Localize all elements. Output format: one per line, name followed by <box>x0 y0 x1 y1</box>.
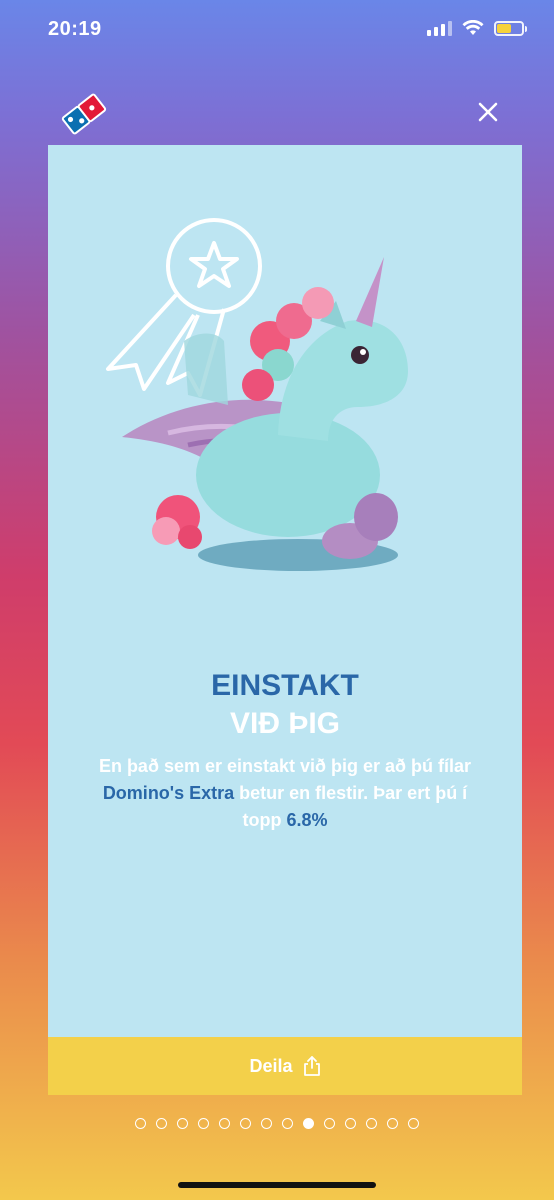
title-line-1: EINSTAKT <box>211 669 359 702</box>
story-title: EINSTAKT VIÐ ÞIG <box>48 667 522 743</box>
unicorn-plush-illustration <box>106 218 408 571</box>
page-dot[interactable] <box>135 1118 146 1129</box>
battery-level <box>497 23 511 33</box>
status-bar: 20:19 <box>0 0 554 64</box>
page-dot[interactable] <box>198 1118 209 1129</box>
share-button[interactable]: Deila <box>48 1037 522 1095</box>
status-time: 20:19 <box>48 18 102 40</box>
home-indicator[interactable] <box>178 1182 376 1188</box>
page-dot[interactable] <box>366 1118 377 1129</box>
page-indicator <box>0 1118 554 1129</box>
share-label: Deila <box>249 1055 293 1076</box>
page-dot[interactable] <box>219 1118 230 1129</box>
body-text-segment: En það sem er einstakt við þig er að þú … <box>98 756 472 776</box>
status-icons <box>427 20 527 36</box>
title-line-2: VIÐ ÞIG <box>229 707 341 740</box>
page-dot[interactable] <box>261 1118 272 1129</box>
story-body-text: En það sem er einstakt við þig er að þú … <box>88 753 482 834</box>
page-dot[interactable] <box>240 1118 251 1129</box>
page-dot[interactable] <box>177 1118 188 1129</box>
dominos-logo-icon <box>61 93 107 135</box>
cellular-signal-icon <box>427 20 452 36</box>
body-text-segment: betur en flestir. Þar ert þú í topp <box>234 783 468 830</box>
page-dot-active[interactable] <box>303 1118 314 1129</box>
story-card: EINSTAKT VIÐ ÞIG En það sem er einstakt … <box>48 145 522 1095</box>
page-dot[interactable] <box>408 1118 419 1129</box>
page-dot[interactable] <box>282 1118 293 1129</box>
page-dot[interactable] <box>345 1118 356 1129</box>
page-dot[interactable] <box>324 1118 335 1129</box>
wifi-icon <box>462 20 484 35</box>
close-icon[interactable] <box>472 96 504 128</box>
highlight-product-name: Domino's Extra <box>102 783 235 803</box>
award-badge-icon <box>106 218 262 397</box>
battery-icon <box>494 20 527 36</box>
page-dot[interactable] <box>156 1118 167 1129</box>
page-dot[interactable] <box>387 1118 398 1129</box>
highlight-percentage: 6.8% <box>286 810 328 830</box>
share-icon <box>303 1056 320 1076</box>
